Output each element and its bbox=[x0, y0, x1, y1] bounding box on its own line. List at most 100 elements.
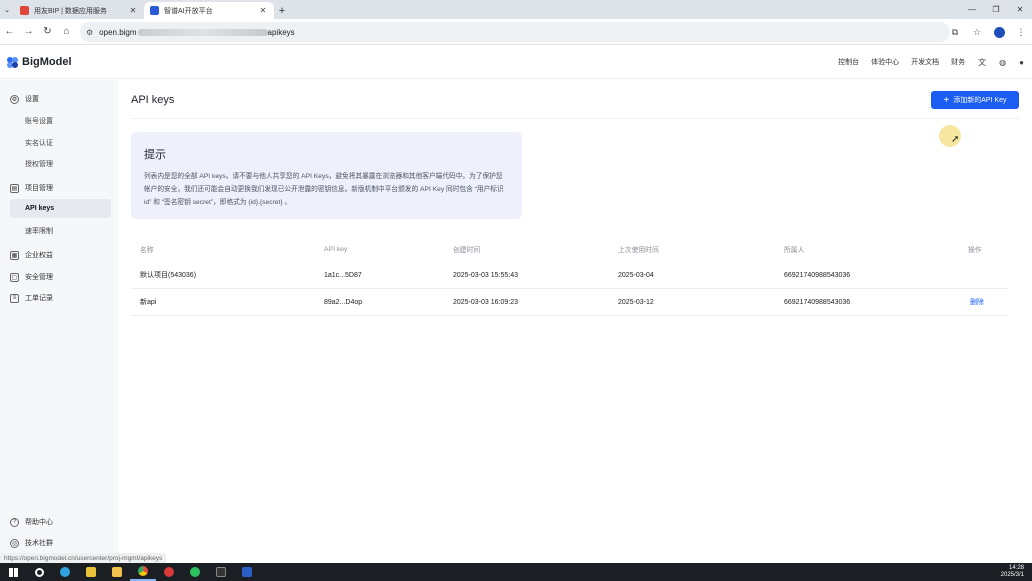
sidebar-group-label: 企业权益 bbox=[25, 252, 53, 259]
url-redacted bbox=[137, 28, 268, 36]
column-header-api-key: API key bbox=[324, 245, 348, 253]
sidebar-group-security[interactable]: ▢ 安全管理 bbox=[10, 272, 53, 282]
sidebar-item-rate-limit[interactable]: 速率限制 bbox=[25, 226, 53, 236]
taskbar: 14:28 2025/3/1 bbox=[0, 563, 1032, 581]
browser-toolbar: ← → ↻ ⌂ ⚙ open.bigm apikeys ⧉ ☆ ⋮ bbox=[0, 19, 1032, 45]
forward-arrow-icon[interactable]: → bbox=[19, 19, 38, 45]
zhipu-favicon-icon bbox=[150, 6, 159, 15]
sidebar-group-settings[interactable]: ⚙ 设置 bbox=[10, 94, 39, 104]
browser-tab-2[interactable]: 智谱AI开放平台 ✕ bbox=[144, 2, 274, 19]
close-tab-icon[interactable]: ✕ bbox=[128, 6, 138, 15]
clock-date: 2025/3/1 bbox=[1000, 572, 1024, 578]
reload-icon[interactable]: ↻ bbox=[38, 19, 57, 45]
sidebar-bottom-label: 帮助中心 bbox=[25, 519, 53, 526]
word-icon[interactable] bbox=[234, 563, 260, 581]
sidebar-group-label: 项目管理 bbox=[25, 185, 53, 192]
nav-dev-docs[interactable]: 开发文档 bbox=[911, 57, 939, 67]
install-app-icon[interactable]: ⧉ bbox=[944, 27, 966, 38]
sticky-notes-icon[interactable] bbox=[78, 563, 104, 581]
terminal-icon[interactable] bbox=[208, 563, 234, 581]
home-icon[interactable]: ⌂ bbox=[57, 19, 76, 45]
file-explorer-icon[interactable] bbox=[104, 563, 130, 581]
bookmark-star-icon[interactable]: ☆ bbox=[966, 27, 988, 38]
nav-console[interactable]: 控制台 bbox=[838, 57, 859, 67]
delete-link[interactable]: 删除 bbox=[970, 289, 984, 315]
column-header-actions: 操作 bbox=[968, 247, 982, 254]
mouse-pointer-icon: ➚ bbox=[951, 134, 960, 145]
sidebar: ⚙ 设置 账号设置 实名认证 授权管理 ▤ 项目管理 API keys 速率限制… bbox=[0, 80, 118, 563]
sidebar-item-api-keys[interactable]: API keys bbox=[25, 205, 54, 212]
table-header-row: 名称 API key 创建时间 上次使用时间 所属人 操作 bbox=[131, 241, 1008, 257]
tab-title: 智谱AI开放平台 bbox=[164, 7, 213, 15]
yonyou-favicon-icon bbox=[20, 6, 29, 15]
title-divider bbox=[131, 118, 1019, 119]
search-icon[interactable] bbox=[26, 563, 52, 581]
api-keys-table: 名称 API key 创建时间 上次使用时间 所属人 操作 默认项目(54303… bbox=[131, 241, 1008, 316]
sidebar-group-enterprise[interactable]: ▦ 企业权益 bbox=[10, 250, 53, 260]
settings-icon: ⚙ bbox=[10, 94, 19, 104]
close-tab-icon[interactable]: ✕ bbox=[258, 6, 268, 15]
lock-icon: ▢ bbox=[10, 272, 19, 282]
nav-experience-center[interactable]: 体验中心 bbox=[871, 57, 899, 67]
profile-avatar-icon[interactable] bbox=[988, 26, 1010, 38]
cell-owner: 669217409885430​36 bbox=[784, 271, 851, 279]
tab-search-chevron-down-icon[interactable]: ⌄ bbox=[0, 0, 14, 19]
url-suffix: apikeys bbox=[267, 27, 295, 37]
cell-name: 新api bbox=[140, 299, 157, 306]
cell-api-key: 1a1c...5D87 bbox=[324, 271, 362, 279]
back-arrow-icon[interactable]: ← bbox=[0, 19, 19, 45]
minimize-icon[interactable]: — bbox=[960, 0, 984, 19]
project-icon: ▤ bbox=[10, 183, 19, 193]
column-header-created: 创建时间 bbox=[453, 247, 481, 254]
address-bar[interactable]: ⚙ open.bigm apikeys bbox=[80, 22, 950, 42]
add-api-key-label: 添加新的API Key bbox=[953, 97, 1007, 104]
cell-name: 默认项目(543036) bbox=[140, 272, 197, 279]
nav-finance[interactable]: 财务 bbox=[951, 57, 965, 67]
edge-icon[interactable] bbox=[52, 563, 78, 581]
tab-title: 用友BIP | 数据应用服务 bbox=[34, 7, 107, 15]
translate-icon[interactable]: 文 bbox=[978, 57, 986, 68]
globe-icon[interactable]: ◍ bbox=[999, 58, 1006, 67]
sidebar-tech-community[interactable]: ◎ 技术社群 bbox=[10, 538, 53, 548]
add-api-key-button[interactable]: + 添加新的API Key bbox=[931, 91, 1019, 109]
windows-start-icon[interactable] bbox=[0, 563, 26, 581]
cell-owner: 66921740988543036 bbox=[784, 298, 851, 306]
tip-panel: 提示 列表内是您的全部 API keys。请不要与他人共享您的 API Keys… bbox=[131, 132, 522, 219]
cell-last-used: 2025-03-04 bbox=[618, 271, 654, 279]
plus-icon: + bbox=[943, 94, 950, 106]
sidebar-help-center[interactable]: ? 帮助中心 bbox=[10, 517, 53, 527]
cell-last-used: 2025-03-12 bbox=[618, 298, 654, 306]
sidebar-group-label: 设置 bbox=[25, 96, 39, 103]
column-header-name: 名称 bbox=[140, 247, 154, 254]
chrome-icon[interactable] bbox=[130, 563, 156, 581]
user-icon[interactable]: ● bbox=[1019, 58, 1024, 67]
more-menu-icon[interactable]: ⋮ bbox=[1010, 27, 1032, 38]
app-red-icon[interactable] bbox=[156, 563, 182, 581]
browser-tab-1[interactable]: 用友BIP | 数据应用服务 ✕ bbox=[14, 2, 144, 19]
sidebar-group-project[interactable]: ▤ 项目管理 bbox=[10, 183, 53, 193]
taskbar-clock[interactable]: 14:28 2025/3/1 bbox=[1001, 565, 1024, 579]
app-header: BigModel 控制台 体验中心 开发文档 财务 文 ◍ ● bbox=[0, 46, 1032, 79]
help-icon: ? bbox=[10, 517, 19, 527]
restore-icon[interactable]: ❐ bbox=[984, 0, 1008, 19]
wechat-icon[interactable] bbox=[182, 563, 208, 581]
sidebar-group-label: 安全管理 bbox=[25, 274, 53, 281]
site-info-icon[interactable]: ⚙ bbox=[86, 28, 93, 37]
sidebar-item-account-settings[interactable]: 账号设置 bbox=[25, 116, 53, 126]
sidebar-item-verification[interactable]: 实名认证 bbox=[25, 138, 53, 148]
clock-time: 14:28 bbox=[1008, 565, 1024, 571]
sidebar-item-authorization[interactable]: 授权管理 bbox=[25, 159, 53, 169]
column-header-last-used: 上次使用时间 bbox=[618, 247, 659, 254]
sidebar-group-label: 工单记录 bbox=[25, 295, 53, 302]
table-row: 新api 89a2...D4op 2025-03-03 16:09:23 202… bbox=[131, 289, 1008, 316]
bigmodel-logo-icon bbox=[7, 56, 18, 68]
status-url: https://open.bigmodel.cn/usercenter/proj… bbox=[0, 553, 167, 563]
tip-title: 提示 bbox=[144, 149, 166, 161]
sidebar-group-tickets[interactable]: ≡ 工单记录 bbox=[10, 293, 53, 303]
cell-created: 2025-03-03 15:55:43 bbox=[453, 271, 518, 279]
new-tab-plus-icon[interactable]: + bbox=[274, 2, 290, 19]
bigmodel-logo[interactable]: BigModel bbox=[7, 56, 72, 68]
close-window-icon[interactable]: ✕ bbox=[1008, 0, 1032, 19]
cell-api-key: 89a2...D4op bbox=[324, 298, 363, 306]
enterprise-icon: ▦ bbox=[10, 250, 19, 260]
